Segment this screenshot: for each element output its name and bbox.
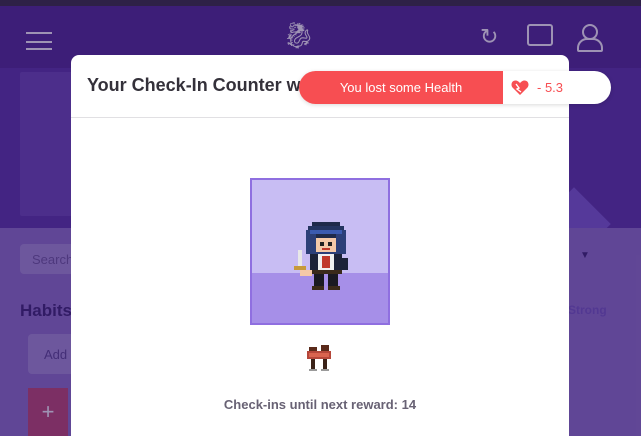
modal-divider [71, 117, 569, 118]
health-change-value: - 5.3 [537, 80, 564, 95]
pixel-avatar-icon [294, 222, 348, 290]
saddle-icon [307, 345, 331, 371]
heart-icon [511, 80, 529, 95]
checkin-modal: Your Check-In Counter went up! Check-ins… [71, 55, 569, 436]
checkins-until-reward: Check-ins until next reward: 14 [223, 397, 417, 412]
avatar [250, 178, 390, 325]
notification-message: You lost some Health [299, 71, 503, 104]
health-notification[interactable]: You lost some Health - 5.3 [299, 71, 611, 104]
